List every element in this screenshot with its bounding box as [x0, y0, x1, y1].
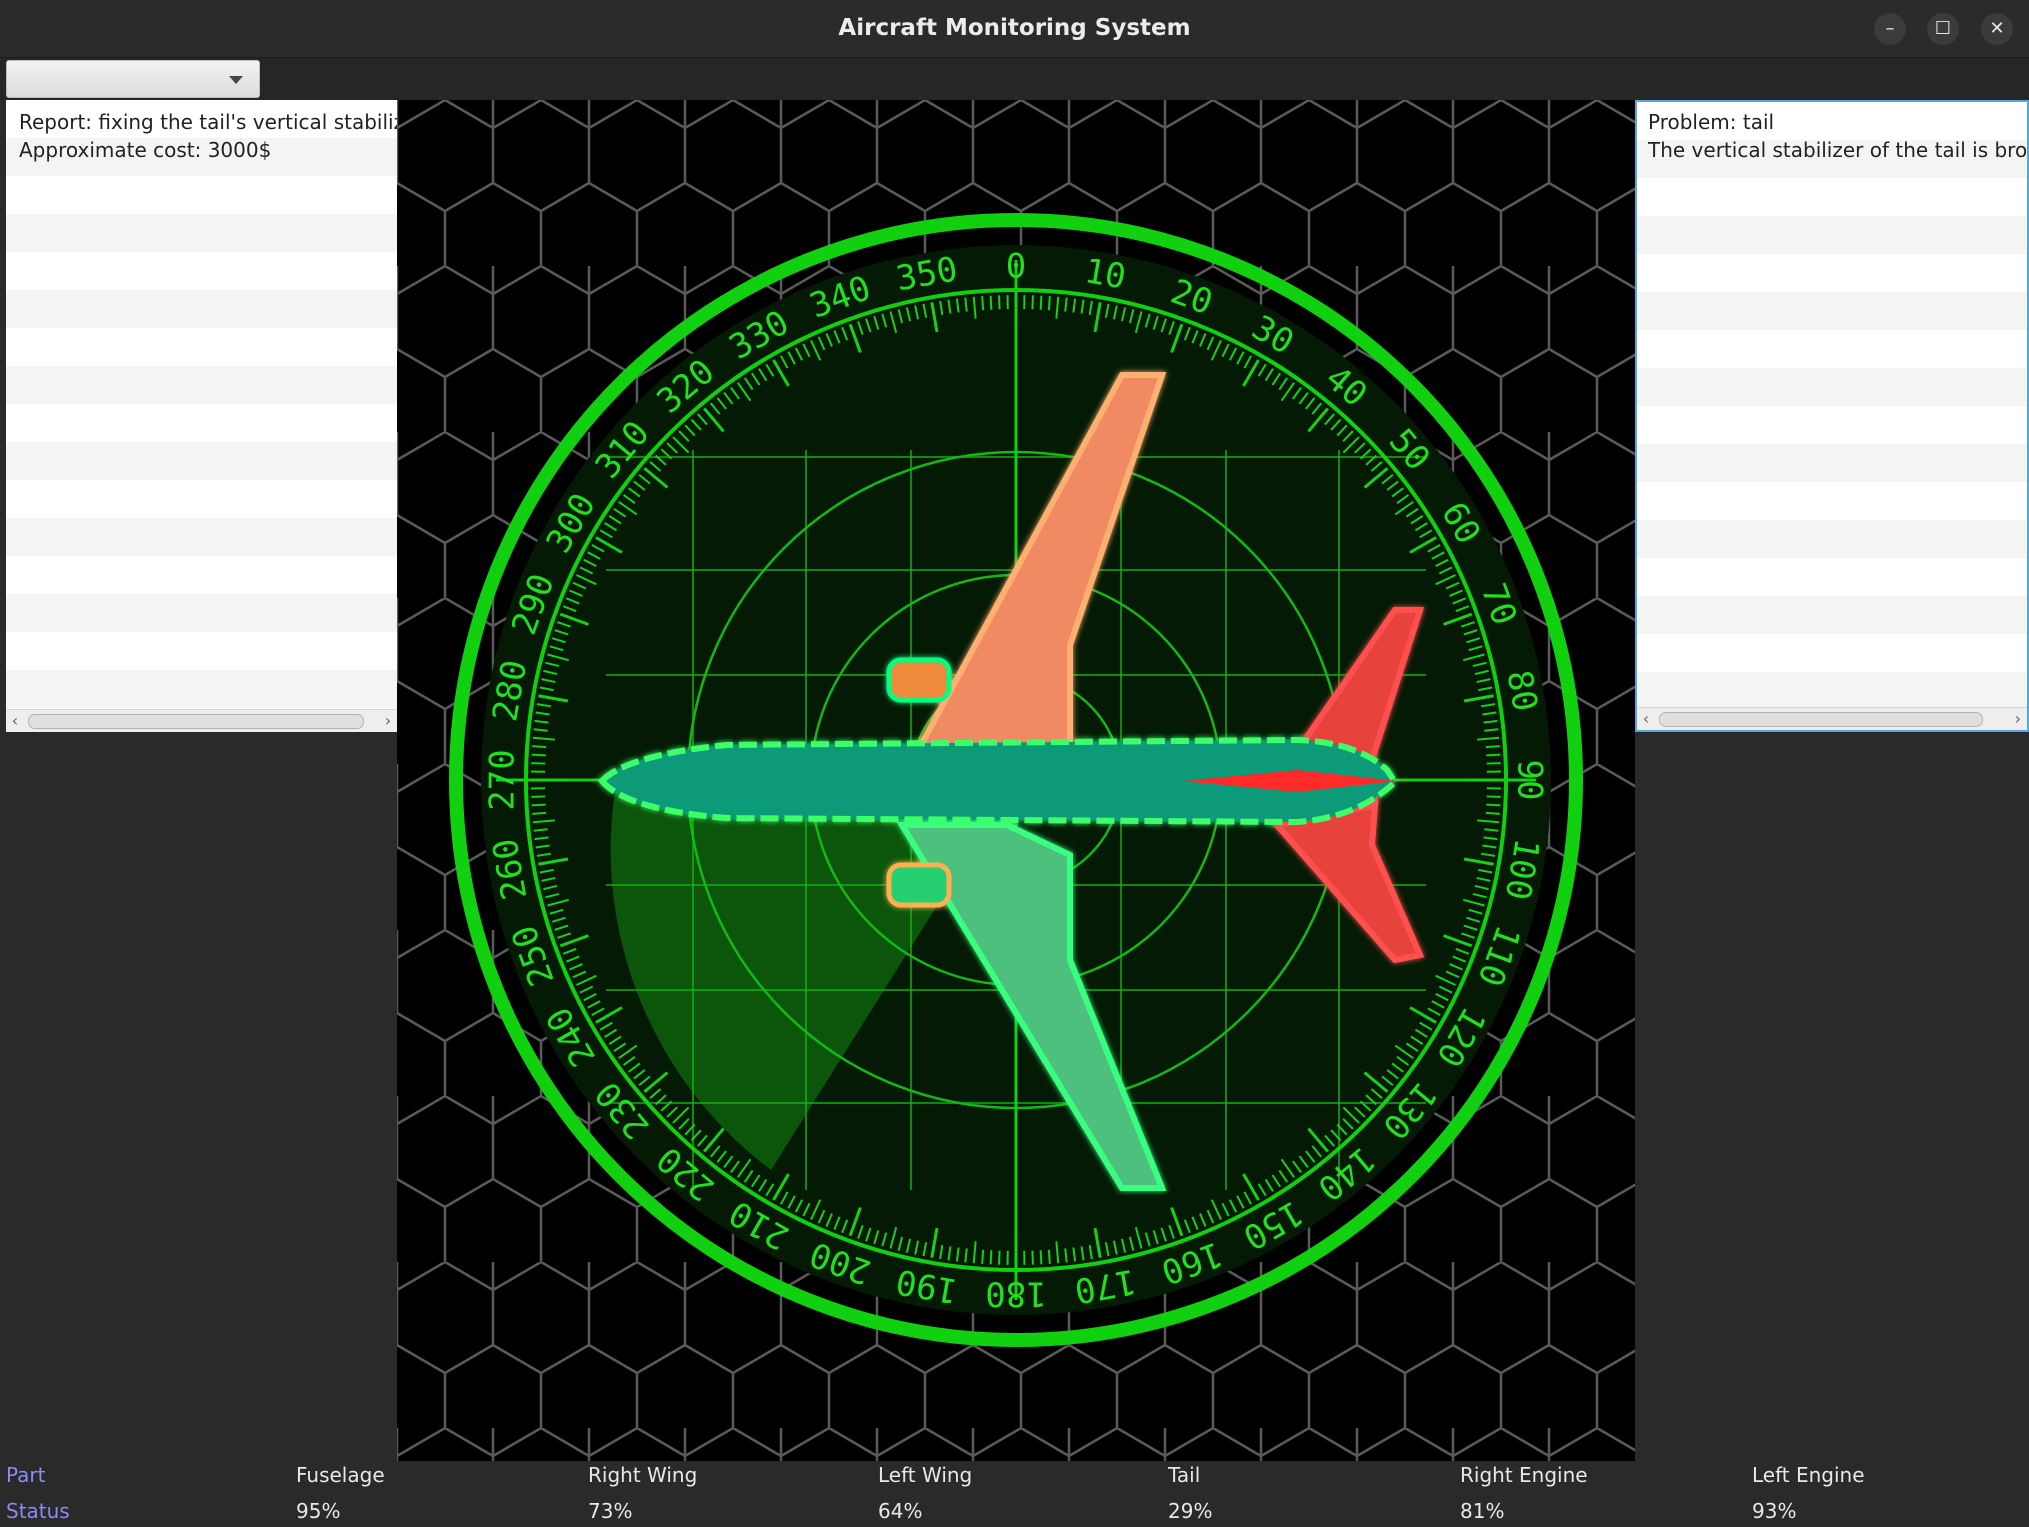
- radar-svg: 0 10 2030405060708090100110120130140150160…: [397, 100, 1635, 1461]
- cost-line: Approximate cost: 3000$: [19, 138, 272, 162]
- dial-tick: [1039, 1250, 1043, 1265]
- part-name: Fuselage: [296, 1463, 385, 1487]
- part-name: Right Engine: [1460, 1463, 1588, 1487]
- dial-tick: [1039, 295, 1043, 310]
- heading-label: 90: [1510, 760, 1550, 801]
- right-engine-shape[interactable]: [886, 657, 952, 703]
- dial-tick: [1485, 811, 1500, 815]
- problem-list[interactable]: Problem: tail The vertical stabilizer of…: [1635, 100, 2029, 732]
- status-table: Part Status Fuselage 95% Right Wing 73% …: [0, 1461, 2029, 1527]
- minimize-button[interactable]: –: [1874, 13, 1906, 45]
- maximize-button[interactable]: ☐: [1927, 13, 1959, 45]
- scrollbar-thumb[interactable]: [28, 714, 364, 729]
- part-status: 81%: [1460, 1499, 1505, 1523]
- report-line: Report: fixing the tail's vertical stabi…: [19, 110, 397, 134]
- report-hscrollbar[interactable]: ‹ ›: [6, 709, 397, 732]
- dial-tick: [531, 803, 546, 807]
- dial-tick: [532, 745, 547, 749]
- dial-tick: [1486, 753, 1501, 757]
- dial-tick: [1486, 803, 1501, 807]
- dial-tick: [1047, 296, 1051, 311]
- scrollbar-thumb[interactable]: [1659, 712, 1983, 727]
- dial-tick: [981, 296, 985, 311]
- report-text: Report: fixing the tail's vertical stabi…: [19, 108, 397, 164]
- scroll-right-icon[interactable]: ›: [379, 710, 397, 732]
- part-header: Part: [6, 1463, 46, 1487]
- scroll-right-icon[interactable]: ›: [2009, 708, 2027, 730]
- heading-label: 80: [1498, 667, 1545, 714]
- heading-label: 180: [985, 1274, 1046, 1314]
- window-title: Aircraft Monitoring System: [838, 15, 1191, 41]
- report-list[interactable]: Report: fixing the tail's vertical stabi…: [6, 100, 397, 732]
- report-rows: [6, 100, 397, 708]
- problem-rows: [1637, 102, 2027, 710]
- problem-title: Problem: tail: [1648, 110, 1775, 134]
- chevron-down-icon[interactable]: [229, 76, 243, 84]
- part-name: Tail: [1168, 1463, 1201, 1487]
- part-status: 93%: [1752, 1499, 1797, 1523]
- part-status: 29%: [1168, 1499, 1213, 1523]
- dial-tick: [1047, 1249, 1051, 1264]
- problem-hscrollbar[interactable]: ‹ ›: [1637, 707, 2027, 730]
- close-button[interactable]: ✕: [1981, 13, 2013, 45]
- dial-tick: [531, 753, 546, 757]
- part-selector-dropdown[interactable]: [6, 60, 260, 98]
- part-name: Left Wing: [878, 1463, 973, 1487]
- dial-tick: [1485, 745, 1500, 749]
- title-bar: Aircraft Monitoring System – ☐ ✕: [0, 0, 2029, 58]
- dial-tick: [532, 811, 547, 815]
- scroll-left-icon[interactable]: ‹: [1637, 708, 1655, 730]
- problem-description: The vertical stabilizer of the tail is b…: [1648, 138, 2029, 162]
- part-status: 95%: [296, 1499, 341, 1523]
- left-engine-shape[interactable]: [886, 862, 952, 908]
- dial-tick: [989, 1250, 993, 1265]
- heading-label: 0: [1006, 247, 1026, 287]
- problem-text: Problem: tail The vertical stabilizer of…: [1648, 108, 2029, 164]
- radar-display: 0 10 20 30 40 50 60 70 80 90 100 110 120 130 140 150 160…: [397, 100, 1635, 1461]
- scroll-left-icon[interactable]: ‹: [6, 710, 24, 732]
- part-status: 64%: [878, 1499, 923, 1523]
- heading-label: 10: [1082, 251, 1129, 298]
- part-name: Left Engine: [1752, 1463, 1865, 1487]
- part-name: Right Wing: [588, 1463, 698, 1487]
- toolbar: [0, 58, 2029, 100]
- dial-tick: [989, 295, 993, 310]
- status-header: Status: [6, 1499, 70, 1523]
- dial-tick: [981, 1249, 985, 1264]
- part-status: 73%: [588, 1499, 633, 1523]
- heading-label: 270: [483, 749, 523, 810]
